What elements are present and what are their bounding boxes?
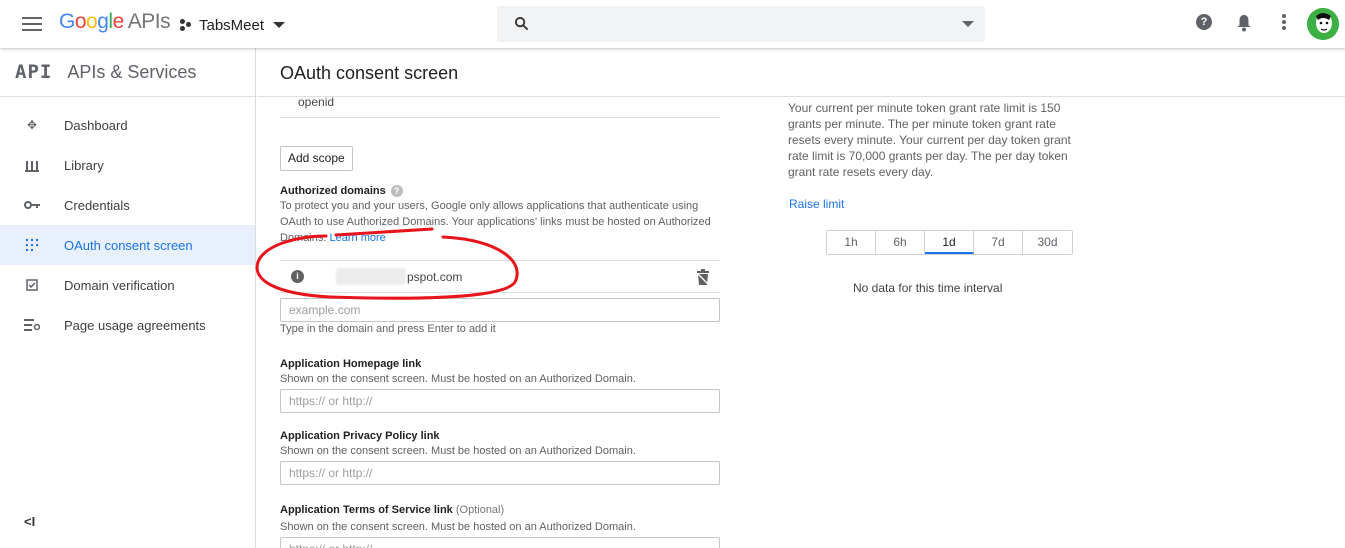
top-app-bar: Google APIs TabsMeet ?	[0, 0, 1345, 48]
menu-icon[interactable]	[22, 17, 42, 31]
page-header: OAuth consent screen	[257, 48, 1345, 97]
notifications-icon[interactable]	[1236, 14, 1252, 32]
info-icon[interactable]: i	[291, 270, 304, 283]
divider	[280, 117, 720, 118]
sidebar-item-dashboard[interactable]: ✥ Dashboard	[0, 105, 255, 145]
range-30d-button[interactable]: 30d	[1023, 231, 1072, 254]
delete-icon[interactable]	[696, 269, 710, 285]
sidebar-item-credentials[interactable]: Credentials	[0, 185, 255, 225]
google-apis-logo[interactable]: Google APIs	[59, 10, 171, 34]
key-icon	[24, 197, 40, 213]
dashboard-icon: ✥	[26, 118, 38, 132]
homepage-link-input[interactable]: https:// or http://	[280, 389, 720, 413]
domain-input-hint: Type in the domain and press Enter to ad…	[280, 323, 496, 335]
scope-item: openid	[298, 97, 335, 109]
sidebar-item-oauth-consent-screen[interactable]: OAuth consent screen	[0, 225, 255, 265]
authorized-domains-label: Authorized domains?	[280, 185, 403, 198]
homepage-link-label: Application Homepage link	[280, 358, 422, 370]
project-name: TabsMeet	[199, 16, 265, 34]
sidebar-nav: ✥ Dashboard Library Credentials OAuth co…	[0, 105, 255, 345]
terms-of-service-label: Application Terms of Service link (Optio…	[280, 504, 505, 516]
sidebar: API APIs & Services ✥ Dashboard Library …	[0, 48, 256, 548]
range-1h-button[interactable]: 1h	[827, 231, 876, 254]
sidebar-header: API APIs & Services	[0, 48, 255, 97]
raise-limit-link[interactable]: Raise limit	[789, 197, 844, 211]
privacy-policy-description: Shown on the consent screen. Must be hos…	[280, 445, 636, 457]
search-dropdown-icon[interactable]	[962, 21, 974, 27]
rate-limit-text: Your current per minute token grant rate…	[788, 101, 1071, 179]
range-7d-button[interactable]: 7d	[974, 231, 1023, 254]
chevron-down-icon	[273, 22, 286, 28]
sidebar-item-library[interactable]: Library	[0, 145, 255, 185]
time-range-selector: 1h 6h 1d 7d 30d	[826, 230, 1073, 255]
no-data-message: No data for this time interval	[853, 281, 1003, 295]
privacy-policy-input[interactable]: https:// or http://	[280, 461, 720, 485]
terms-of-service-description: Shown on the consent screen. Must be hos…	[280, 521, 636, 533]
project-selector[interactable]: TabsMeet	[180, 13, 286, 37]
domain-entry-row: i pspot.com	[280, 260, 720, 293]
homepage-link-description: Shown on the consent screen. Must be hos…	[280, 373, 636, 385]
collapse-sidebar-icon[interactable]: <I	[24, 514, 35, 529]
range-1d-button[interactable]: 1d	[925, 231, 974, 254]
checkbox-icon	[24, 277, 40, 293]
domain-entry: pspot.com	[407, 270, 463, 284]
page-title: OAuth consent screen	[280, 63, 459, 83]
search-input[interactable]	[497, 6, 985, 42]
consent-icon	[24, 237, 40, 253]
project-icon	[180, 19, 192, 31]
avatar[interactable]	[1307, 8, 1339, 40]
terms-of-service-input[interactable]: https:// or http://	[280, 537, 720, 548]
learn-more-link[interactable]: Learn more	[330, 232, 386, 244]
sidebar-item-domain-verification[interactable]: Domain verification	[0, 265, 255, 305]
domain-input[interactable]: example.com	[280, 298, 720, 322]
api-logo-icon: API	[15, 61, 53, 83]
help-icon[interactable]: ?	[390, 185, 403, 198]
privacy-policy-label: Application Privacy Policy link	[280, 430, 440, 442]
search-icon	[514, 16, 529, 31]
more-vert-icon[interactable]	[1282, 14, 1286, 30]
help-icon[interactable]: ?	[1196, 14, 1212, 30]
library-icon	[24, 157, 40, 173]
redacted-text	[336, 268, 406, 285]
add-scope-button[interactable]: Add scope	[280, 146, 353, 171]
settings-list-icon	[24, 317, 40, 333]
authorized-domains-description: To protect you and your users, Google on…	[280, 200, 711, 244]
sidebar-item-page-usage-agreements[interactable]: Page usage agreements	[0, 305, 255, 345]
range-6h-button[interactable]: 6h	[876, 231, 925, 254]
sidebar-title: APIs & Services	[67, 61, 197, 82]
main-content: openid Add scope Authorized domains? To …	[257, 97, 1345, 548]
